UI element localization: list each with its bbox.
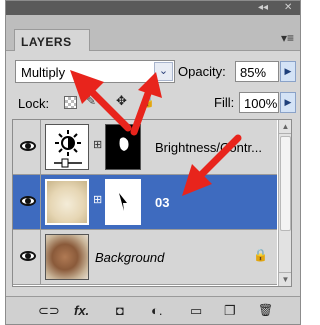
annotation-arrows [70,70,242,196]
